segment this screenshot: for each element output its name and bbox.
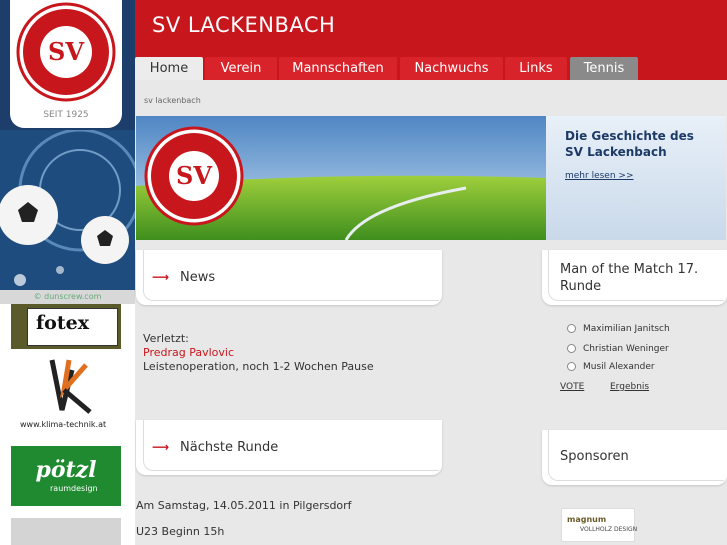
sponsors-title: Sponsoren [560, 449, 629, 464]
tab-home[interactable]: Home [135, 57, 203, 80]
football-artwork [0, 130, 135, 295]
next-round-start: U23 Beginn 15h [136, 525, 225, 538]
vote-button[interactable]: VOTE [560, 382, 584, 392]
tab-nachwuchs[interactable]: Nachwuchs [400, 57, 503, 80]
next-round-date: Am Samstag, 14.05.2011 in Pilgersdorf [136, 499, 352, 512]
club-logo[interactable]: SV [16, 2, 116, 102]
sponsor-logo-name: magnum [567, 515, 607, 524]
motm-radio-3[interactable] [567, 362, 576, 371]
results-link[interactable]: Ergebnis [610, 382, 649, 392]
arrow-icon: ⟶ [152, 440, 170, 454]
news-line-3: Leistenoperation, noch 1-2 Wochen Pause [143, 360, 374, 373]
banner-title: Die Geschichte des SV Lackenbach [565, 129, 694, 159]
tab-verein[interactable]: Verein [205, 57, 277, 80]
motm-radio-2[interactable] [567, 344, 576, 353]
founded-label: SEIT 1925 [43, 110, 89, 120]
motm-radio-1[interactable] [567, 324, 576, 333]
ad-klima-url: www.klima-technik.at [20, 420, 107, 429]
motm-title: Man of the Match 17. Runde [560, 262, 699, 294]
read-more-link[interactable]: mehr lesen >> [565, 171, 633, 181]
news-player-link[interactable]: Predrag Pavlovic [143, 346, 374, 360]
svg-text:SV: SV [48, 37, 84, 66]
tab-tennis[interactable]: Tennis [570, 57, 638, 80]
sponsor-logo[interactable] [561, 508, 635, 542]
ad-poetzl-subtitle: raumdesign [50, 484, 98, 493]
tab-mannschaften[interactable]: Mannschaften [279, 57, 397, 80]
ad-fotex-text: fotex [36, 312, 90, 334]
tab-links[interactable]: Links [505, 57, 567, 80]
motm-option-2: Christian Weninger [583, 344, 669, 354]
ad-poetzl-text: pötzl [35, 457, 97, 483]
next-round-title: Nächste Runde [180, 440, 279, 455]
image-credit[interactable]: © dunscrew.com [0, 290, 135, 304]
ad-placeholder[interactable] [11, 518, 121, 545]
sponsor-logo-tagline: VOLLHOLZ DESIGN [580, 526, 638, 533]
news-line-1: Verletzt: [143, 332, 189, 345]
motm-option-3: Musil Alexander [583, 362, 655, 372]
news-item: Verletzt: Predrag Pavlovic Leistenoperat… [143, 332, 374, 374]
motm-option-1: Maximilian Janitsch [583, 324, 670, 334]
site-title: SV LACKENBACH [152, 13, 336, 37]
breadcrumb[interactable]: sv lackenbach [144, 96, 201, 105]
news-title: News [180, 270, 216, 285]
arrow-icon: ⟶ [152, 270, 170, 284]
svg-text:SV: SV [176, 161, 212, 190]
